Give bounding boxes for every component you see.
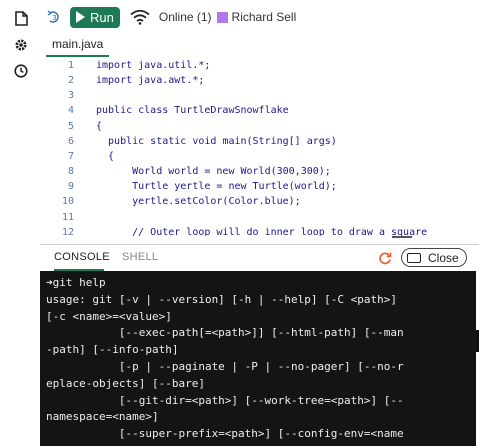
tab-main-java[interactable]: main.java (46, 33, 110, 57)
code-line: 10 yertle.setColor(Color.blue); (40, 194, 479, 209)
caption-icon (407, 252, 421, 263)
run-button[interactable]: Run (70, 6, 120, 28)
code-text: public class TurtleDrawSnowflake (96, 105, 289, 116)
close-button[interactable]: Close (401, 248, 467, 267)
code-line: 7 { (40, 149, 479, 164)
line-number: 1 (67, 60, 74, 71)
line-number: 4 (67, 105, 74, 116)
online-status: Online (1) (158, 10, 212, 24)
code-text: // Outer loop will do inner loop to draw… (96, 227, 428, 236)
line-number: 9 (67, 181, 74, 192)
console-terminal[interactable]: ➜git help usage: git [-v | --version] [-h… (40, 271, 476, 446)
code-text: public static void main(String[] args) (96, 136, 337, 147)
terminal-line: [--exec-path[=<path>]] [--html-path] [--… (46, 326, 404, 340)
left-rail (0, 0, 40, 446)
line-number: 5 (67, 121, 74, 132)
wifi-icon (130, 9, 150, 25)
line-number: 10 (61, 196, 74, 207)
line-number: 12 (61, 227, 74, 236)
user-color-swatch (216, 11, 228, 23)
code-line: 11 (40, 210, 479, 225)
user-name: Richard Sell (231, 10, 297, 24)
code-line: 5{ (40, 119, 479, 134)
terminal-line: ➜git help (46, 276, 106, 289)
line-number: 2 (67, 75, 74, 86)
terminal-line: eplace-objects] [--bare] (46, 376, 205, 390)
terminal-line: [--super-prefix=<path>] [--config-env=<n… (46, 427, 404, 441)
tab-console[interactable]: CONSOLE (54, 245, 110, 271)
play-icon (76, 11, 85, 23)
editor-scrollbar[interactable] (392, 236, 412, 238)
history-icon[interactable]: 3 (44, 7, 64, 27)
code-text: Turtle yertle = new Turtle(world); (96, 181, 337, 192)
terminal-line: [-p | --paginate | -P | --no-pager] [--n… (46, 359, 404, 373)
line-number: 6 (67, 136, 74, 147)
line-number: 11 (61, 212, 74, 223)
code-text: yertle.setColor(Color.blue); (96, 196, 301, 207)
code-line: 8 World world = new World(300,300); (40, 164, 479, 179)
code-text: import java.awt.*; (96, 75, 205, 86)
code-text: { (96, 151, 115, 162)
file-icon[interactable] (13, 10, 29, 26)
terminal-line: [-c <name>=<value>] (46, 309, 172, 323)
refresh-icon[interactable] (378, 251, 392, 265)
code-line: 4 public class TurtleDrawSnowflake (40, 103, 479, 118)
top-toolbar: 3 Run Online (1) Richard Sell (40, 0, 479, 34)
svg-text:3: 3 (52, 14, 56, 22)
terminal-line: usage: git [-v | --version] [-h | --help… (46, 292, 397, 306)
code-line: 6 public static void main(String[] args) (40, 134, 479, 149)
code-editor[interactable]: 1 import java.util.*; 2 import java.awt.*; 3… (40, 57, 479, 236)
code-line: 12 // Outer loop will do inner loop to d… (40, 225, 479, 236)
code-text: import java.util.*; (96, 60, 211, 71)
code-text: World world = new World(300,300); (96, 166, 331, 177)
close-label: Close (428, 250, 459, 265)
line-number: 8 (67, 166, 74, 177)
code-line: 3 (40, 88, 479, 103)
terminal-line: -path] [--info-path] (46, 343, 179, 357)
terminal-line: [--git-dir=<path>] [--work-tree=<path>] … (46, 393, 404, 407)
code-text: { (96, 121, 103, 132)
run-label: Run (90, 9, 114, 25)
gear-icon[interactable] (13, 37, 29, 53)
code-line: 9 Turtle yertle = new Turtle(world); (40, 179, 479, 194)
code-line: 1 import java.util.*; (40, 58, 479, 73)
tab-shell[interactable]: SHELL (122, 245, 158, 271)
clock-icon[interactable] (13, 63, 29, 79)
line-number: 7 (67, 151, 74, 162)
console-tab-bar: CONSOLE SHELL Close (40, 244, 479, 271)
terminal-line: namespace=<name>] (46, 410, 159, 424)
code-line: 2 import java.awt.*; (40, 73, 479, 88)
editor-tab-bar: main.java (40, 33, 479, 57)
line-number: 3 (67, 90, 74, 101)
